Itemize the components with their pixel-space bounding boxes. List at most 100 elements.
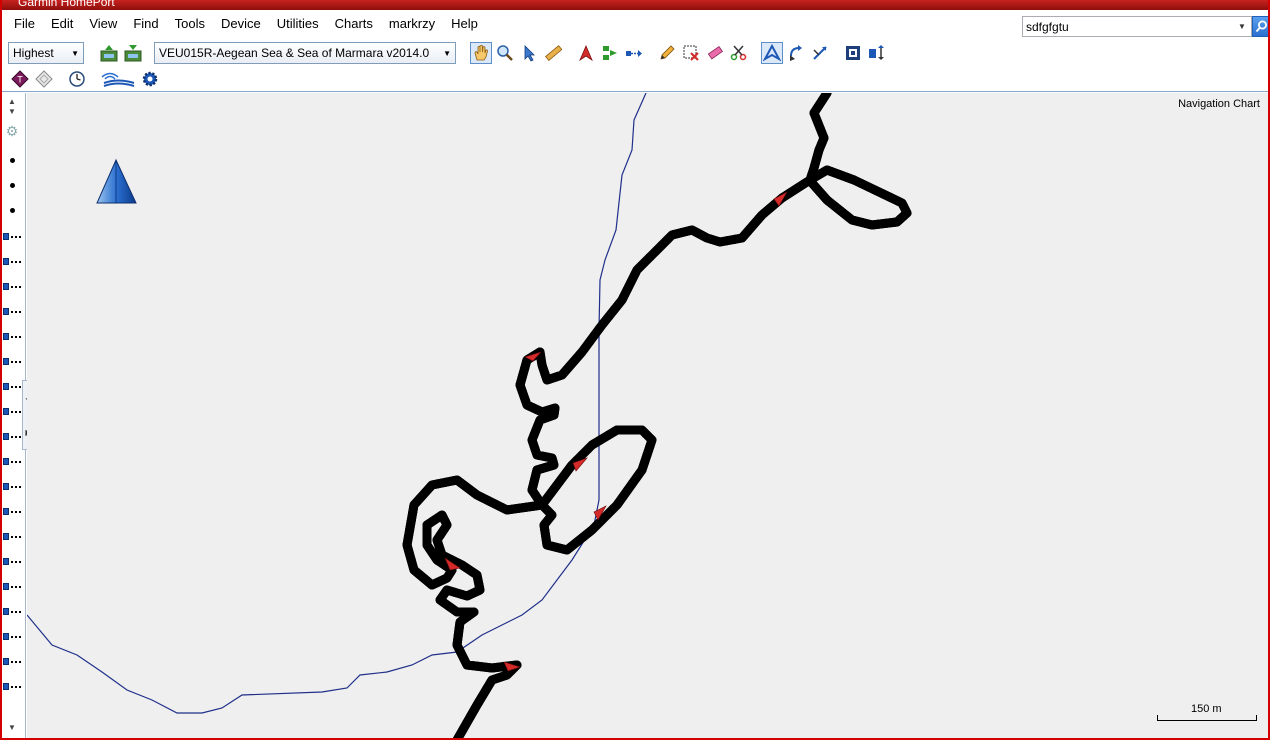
list-item[interactable] <box>2 232 24 242</box>
sync-button[interactable] <box>866 42 888 64</box>
track-line-icon <box>11 686 21 688</box>
route-icon <box>3 483 9 490</box>
current-button[interactable] <box>33 68 55 90</box>
list-item[interactable] <box>2 532 24 542</box>
eraser-button[interactable] <box>704 42 726 64</box>
pan-tool-button[interactable] <box>470 42 492 64</box>
menu-device[interactable]: Device <box>213 12 269 36</box>
list-bullet <box>10 158 15 163</box>
route-icon <box>3 633 9 640</box>
track-group <box>402 93 912 738</box>
route-icon <box>626 50 642 57</box>
route-icon <box>3 583 9 590</box>
svg-text:T: T <box>17 74 23 84</box>
list-item[interactable] <box>2 632 24 642</box>
fit-to-screen-button[interactable] <box>842 42 864 64</box>
select-tool-button[interactable] <box>518 42 540 64</box>
search-button[interactable] <box>1252 16 1268 37</box>
menu-user[interactable]: markrzy <box>381 12 443 36</box>
list-item[interactable] <box>2 482 24 492</box>
rotate-button[interactable] <box>785 42 807 64</box>
list-item[interactable] <box>2 332 24 342</box>
new-waypoint-button[interactable] <box>575 42 597 64</box>
list-item[interactable] <box>2 257 24 267</box>
scale-bar-line <box>1157 715 1257 721</box>
toolbar-separator <box>60 68 61 89</box>
list-item[interactable] <box>2 582 24 592</box>
clock-button[interactable] <box>66 68 88 90</box>
settings-button[interactable] <box>139 68 161 90</box>
list-item[interactable] <box>2 457 24 467</box>
receive-from-device-button[interactable] <box>122 42 144 64</box>
cut-button[interactable] <box>728 42 750 64</box>
list-item[interactable] <box>2 357 24 367</box>
route-icon <box>3 258 9 265</box>
route-button[interactable] <box>623 42 645 64</box>
map-view[interactable]: Navigation Chart 150 m <box>27 93 1270 740</box>
menu-edit[interactable]: Edit <box>43 12 81 36</box>
toolbar-separator <box>92 43 93 63</box>
search-input[interactable] <box>1023 19 1233 34</box>
list-item[interactable] <box>2 307 24 317</box>
scale-bar: 150 m <box>1157 703 1257 723</box>
track-line-icon <box>11 611 21 613</box>
menu-charts[interactable]: Charts <box>327 12 381 36</box>
menu-find[interactable]: Find <box>125 12 166 36</box>
map-canvas[interactable] <box>27 93 1270 740</box>
menu-utilities[interactable]: Utilities <box>269 12 327 36</box>
track-line-icon <box>11 436 21 438</box>
list-item[interactable] <box>2 607 24 617</box>
search-icon <box>1255 20 1267 33</box>
new-route-icon <box>603 46 617 60</box>
scale-label: 150 m <box>1191 703 1222 715</box>
route-icon <box>3 433 9 440</box>
scissors-icon <box>730 45 747 61</box>
zoom-tool-button[interactable] <box>494 42 516 64</box>
track-line-icon <box>11 586 21 588</box>
search-dropdown-arrow[interactable]: ▼ <box>1233 22 1251 31</box>
scroll-down-icon[interactable]: ▼ <box>4 105 20 117</box>
navigation-mode-button[interactable] <box>761 42 783 64</box>
menu-file[interactable]: File <box>6 12 43 36</box>
route-icon <box>3 508 9 515</box>
swap-icon <box>813 46 827 60</box>
new-route-button[interactable] <box>599 42 621 64</box>
toolbar-separator <box>464 43 465 63</box>
route-icon <box>3 333 9 340</box>
wireless-button[interactable] <box>99 68 137 90</box>
chart-type-label: Navigation Chart <box>1178 98 1260 110</box>
list-item[interactable] <box>2 507 24 517</box>
route-icon <box>3 533 9 540</box>
chart-product-select[interactable]: VEU015R-Aegean Sea & Sea of Marmara v201… <box>154 42 456 64</box>
menu-help[interactable]: Help <box>443 12 486 36</box>
track-line-icon <box>11 661 21 663</box>
tide-button[interactable]: T <box>9 68 31 90</box>
north-arrow-icon <box>96 158 137 204</box>
chart-product-value: VEU015R-Aegean Sea & Sea of Marmara v201… <box>159 46 430 60</box>
route-icon <box>3 458 9 465</box>
erase-selection-button[interactable] <box>680 42 702 64</box>
send-to-device-button[interactable] <box>98 42 120 64</box>
list-item[interactable] <box>2 382 24 392</box>
list-item[interactable] <box>2 657 24 667</box>
track-line-icon <box>11 311 21 313</box>
list-item[interactable] <box>2 282 24 292</box>
measure-tool-button[interactable] <box>542 42 564 64</box>
list-item[interactable] <box>2 682 24 692</box>
title-bar: Garmin HomePort <box>2 0 1268 10</box>
swap-button[interactable] <box>809 42 831 64</box>
detail-level-select[interactable]: Highest ▼ <box>8 42 84 64</box>
list-item[interactable] <box>2 432 24 442</box>
detail-level-value: Highest <box>13 46 54 60</box>
filter-icon[interactable]: ▼ <box>4 721 20 733</box>
list-item[interactable] <box>2 557 24 567</box>
menu-tools[interactable]: Tools <box>167 12 213 36</box>
list-item[interactable] <box>2 407 24 417</box>
menu-view[interactable]: View <box>81 12 125 36</box>
track-line-icon <box>11 361 21 363</box>
edit-button[interactable] <box>656 42 678 64</box>
main-toolbar: Highest ▼ VEU015R-Aegean Sea & Sea of Mar… <box>2 39 1268 67</box>
gear-icon[interactable]: ⚙ <box>4 123 20 139</box>
route-icon <box>3 658 9 665</box>
route-icon <box>3 408 9 415</box>
